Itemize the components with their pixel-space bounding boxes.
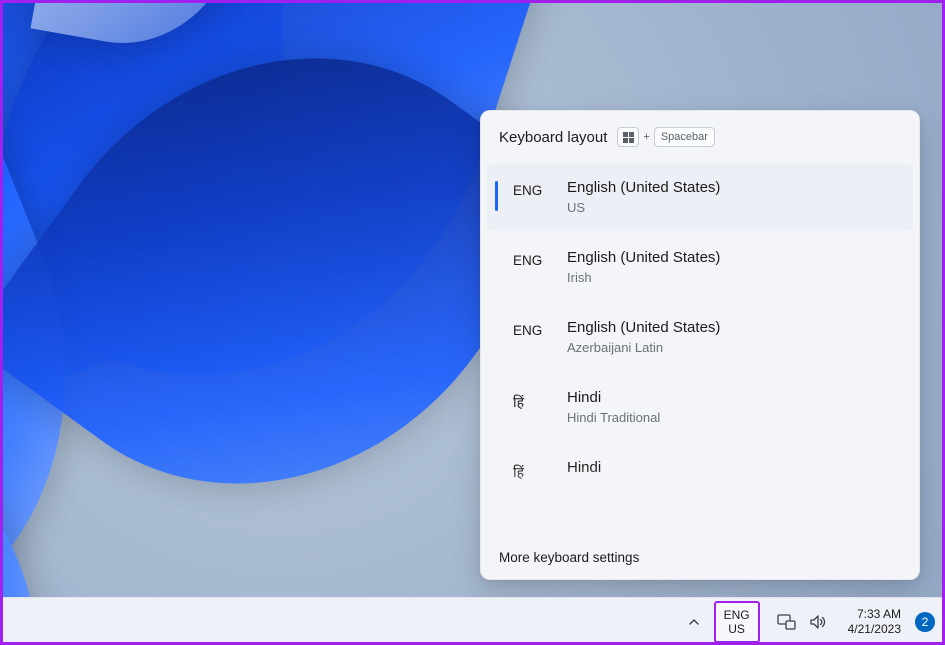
lang-name: English (United States) — [567, 319, 720, 336]
language-indicator[interactable]: ENG US — [714, 601, 760, 643]
layout-option-3[interactable]: हिं Hindi Hindi Traditional — [487, 373, 913, 441]
lang-sublayout: Hindi Traditional — [567, 410, 660, 425]
lang-sublayout: Azerbaijani Latin — [567, 340, 720, 355]
lang-line2: US — [728, 622, 745, 636]
lang-texts: English (United States) US — [567, 179, 720, 215]
system-tray[interactable] — [766, 612, 838, 632]
layout-option-2[interactable]: ENG English (United States) Azerbaijani La… — [487, 303, 913, 371]
win-key-icon — [617, 127, 639, 147]
lang-name: Hindi — [567, 389, 660, 406]
chevron-up-icon — [688, 616, 700, 628]
taskbar-clock[interactable]: 7:33 AM 4/21/2023 — [844, 607, 905, 637]
lang-name: English (United States) — [567, 179, 720, 196]
layout-option-1[interactable]: ENG English (United States) Irish — [487, 233, 913, 301]
flyout-title: Keyboard layout — [499, 129, 607, 146]
volume-icon — [808, 612, 828, 632]
lang-code: ENG — [513, 249, 553, 268]
lang-texts: Hindi — [567, 459, 601, 476]
layout-option-4[interactable]: हिं Hindi — [487, 443, 913, 498]
network-icon — [776, 612, 796, 632]
clock-date: 4/21/2023 — [848, 622, 901, 637]
lang-texts: Hindi Hindi Traditional — [567, 389, 660, 425]
plus-icon: + — [643, 131, 649, 143]
flyout-header: Keyboard layout + Spacebar — [481, 111, 919, 161]
taskbar: ENG US 7:33 AM 4/21/2023 2 — [0, 597, 945, 645]
lang-code: हिं — [513, 459, 553, 482]
lang-code: ENG — [513, 319, 553, 338]
spacebar-key: Spacebar — [654, 127, 715, 147]
lang-line1: ENG — [724, 608, 750, 622]
clock-time: 7:33 AM — [848, 607, 901, 622]
tray-overflow-button[interactable] — [680, 606, 708, 638]
notification-count[interactable]: 2 — [915, 612, 935, 632]
lang-sublayout: US — [567, 200, 720, 215]
keyboard-layout-flyout: Keyboard layout + Spacebar ENG English (U… — [480, 110, 920, 580]
layout-option-0[interactable]: ENG English (United States) US — [487, 163, 913, 231]
lang-code: ENG — [513, 179, 553, 198]
shortcut-hint: + Spacebar — [617, 127, 715, 147]
lang-texts: English (United States) Irish — [567, 249, 720, 285]
layout-list[interactable]: ENG English (United States) US ENG English (… — [481, 161, 919, 538]
more-keyboard-settings[interactable]: More keyboard settings — [481, 538, 919, 579]
lang-name: Hindi — [567, 459, 601, 476]
lang-code: हिं — [513, 389, 553, 412]
lang-name: English (United States) — [567, 249, 720, 266]
lang-texts: English (United States) Azerbaijani Latin — [567, 319, 720, 355]
lang-sublayout: Irish — [567, 270, 720, 285]
